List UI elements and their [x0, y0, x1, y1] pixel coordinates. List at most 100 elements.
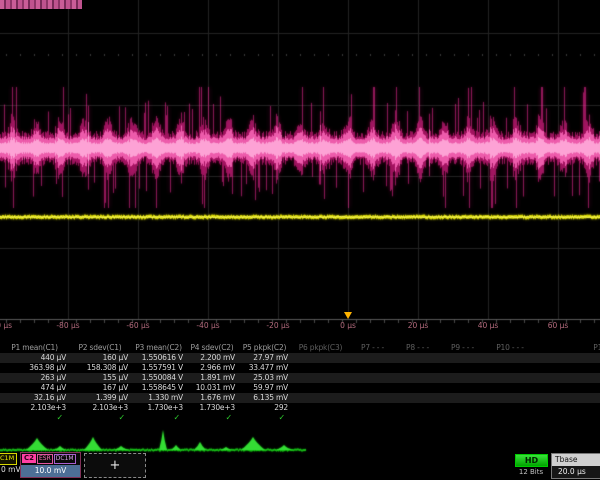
- measure-col-header[interactable]: P10 - - -: [485, 343, 535, 353]
- measure-value: [350, 383, 395, 393]
- add-trace-button[interactable]: +: [84, 453, 146, 478]
- measure-table: P1 mean(C1)P2 sdev(C1)P3 mean(C2)P4 sdev…: [0, 343, 600, 423]
- channel2-scale-value: 10.0 mV: [21, 465, 80, 477]
- measure-value: [291, 403, 350, 413]
- measure-value: 25.03 mV: [238, 373, 291, 383]
- time-axis-label: 0 µs: [340, 321, 356, 330]
- measure-value: 1.730e+3: [186, 403, 238, 413]
- measure-value: [291, 353, 350, 363]
- measure-col-header[interactable]: P8 - - -: [395, 343, 440, 353]
- channel2-label: C2: [22, 454, 36, 463]
- measure-value: [535, 383, 600, 393]
- measure-value: [395, 363, 440, 373]
- measure-value: [535, 363, 600, 373]
- measure-col-header[interactable]: P5 pkpk(C2): [238, 343, 291, 353]
- measure-value: [350, 373, 395, 383]
- hd-mode-badge[interactable]: HD: [515, 454, 548, 467]
- time-axis-label: -20 µs: [266, 321, 289, 330]
- status-check-icon: ✓: [0, 413, 69, 423]
- measure-col-header[interactable]: P4 sdev(C2): [186, 343, 238, 353]
- measure-col-header[interactable]: P9 - - -: [440, 343, 485, 353]
- timebase-value: 20.0 µs: [552, 466, 600, 478]
- measure-value: 1.558645 V: [131, 383, 186, 393]
- time-axis-label: -40 µs: [196, 321, 219, 330]
- time-axis-label: 20 µs: [408, 321, 429, 330]
- trigger-position-marker[interactable]: [344, 312, 352, 319]
- esr-badge: ESR: [37, 454, 53, 464]
- measure-value: 6.135 mV: [238, 393, 291, 403]
- measure-value: 2.200 mV: [186, 353, 238, 363]
- measure-col-header[interactable]: P2 sdev(C1): [69, 343, 131, 353]
- time-axis-label: -60 µs: [126, 321, 149, 330]
- channel1-coupling-badge[interactable]: DC1M: [0, 453, 17, 465]
- measure-value: 263 µV: [0, 373, 69, 383]
- timebase-descriptor[interactable]: Tbase 20.0 µs: [551, 453, 600, 479]
- channel2-descriptor[interactable]: C2 ESR DC1M 10.0 mV: [20, 452, 81, 478]
- measure-col-header[interactable]: P1 mean(C1): [0, 343, 69, 353]
- measure-value: [535, 353, 600, 363]
- measure-value: [485, 363, 535, 373]
- measure-value: 1.550084 V: [131, 373, 186, 383]
- measure-value: 1.330 mV: [131, 393, 186, 403]
- measure-value: [485, 393, 535, 403]
- status-empty-cell: [535, 413, 600, 423]
- measure-value: 160 µV: [69, 353, 131, 363]
- measure-value: 2.103e+3: [69, 403, 131, 413]
- time-axis-label: -80 µs: [56, 321, 79, 330]
- measure-value: 474 µV: [0, 383, 69, 393]
- measure-value: [440, 353, 485, 363]
- time-axis-labels: -100 µs -80 µs -60 µs -40 µs -20 µs 0 µs 20 µs…: [0, 321, 600, 332]
- measure-col-header[interactable]: P7 - - -: [350, 343, 395, 353]
- status-check-icon: ✓: [238, 413, 291, 423]
- measure-value: 1.557591 V: [131, 363, 186, 373]
- measure-value: 292: [238, 403, 291, 413]
- measure-value: 10.031 mV: [186, 383, 238, 393]
- measure-value: [291, 393, 350, 403]
- measure-value: 1.399 µV: [69, 393, 131, 403]
- measure-value: [485, 383, 535, 393]
- measure-value: 167 µV: [69, 383, 131, 393]
- time-axis-label: -100 µs: [0, 321, 12, 330]
- measure-value: [485, 373, 535, 383]
- measure-value: [440, 393, 485, 403]
- measure-value: [395, 373, 440, 383]
- measure-value: 2.966 mV: [186, 363, 238, 373]
- measure-value: [440, 363, 485, 373]
- measure-value: 1.891 mV: [186, 373, 238, 383]
- measure-value: [350, 403, 395, 413]
- timebase-title: Tbase: [552, 454, 600, 466]
- measure-value: [395, 353, 440, 363]
- measure-value: [350, 393, 395, 403]
- measure-col-header[interactable]: P6 pkpk(C3): [291, 343, 350, 353]
- measure-col-header[interactable]: P11: [535, 343, 600, 353]
- measure-value: [535, 393, 600, 403]
- status-empty-cell: [395, 413, 440, 423]
- measure-value: 155 µV: [69, 373, 131, 383]
- time-axis-label: 60 µs: [548, 321, 569, 330]
- measure-value: 1.676 mV: [186, 393, 238, 403]
- measure-value: 1.550616 V: [131, 353, 186, 363]
- measure-value: [395, 383, 440, 393]
- oscilloscope-screen: -100 µs -80 µs -60 µs -40 µs -20 µs 0 µs 20 µs…: [0, 0, 600, 480]
- measure-value: 2.103e+3: [0, 403, 69, 413]
- measure-value: 158.308 µV: [69, 363, 131, 373]
- status-empty-cell: [291, 413, 350, 423]
- channel1-scale-value[interactable]: 0 mV: [1, 465, 21, 474]
- measure-value: 27.97 mV: [238, 353, 291, 363]
- status-empty-cell: [440, 413, 485, 423]
- measure-value: [485, 403, 535, 413]
- status-check-icon: ✓: [131, 413, 186, 423]
- measure-value: [395, 393, 440, 403]
- measure-value: 32.16 µV: [0, 393, 69, 403]
- measure-value: [485, 353, 535, 363]
- status-check-icon: ✓: [69, 413, 131, 423]
- measure-value: [291, 363, 350, 373]
- clipped-annotation-label: [0, 0, 82, 9]
- status-empty-cell: [350, 413, 395, 423]
- coupling-badge: DC1M: [54, 454, 76, 464]
- measure-value: [395, 403, 440, 413]
- measure-value: 440 µV: [0, 353, 69, 363]
- measure-value: 363.98 µV: [0, 363, 69, 373]
- time-axis-label: 40 µs: [478, 321, 499, 330]
- measure-col-header[interactable]: P3 mean(C2): [131, 343, 186, 353]
